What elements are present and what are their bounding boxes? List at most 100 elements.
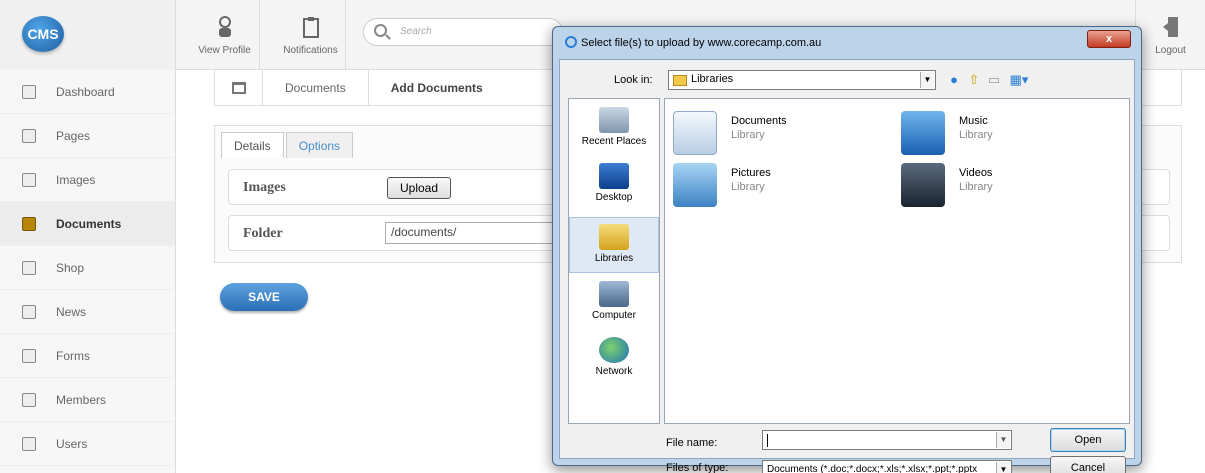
file-name: Music bbox=[959, 115, 988, 127]
files-of-type-label: Files of type: bbox=[666, 462, 729, 473]
dialog-body: Look in: Libraries ▼ ● ⇧ ▭ ▦▾ Recent Pla… bbox=[559, 59, 1135, 473]
look-in-value: Libraries bbox=[691, 73, 734, 85]
video-film-icon bbox=[901, 163, 945, 207]
sidebar-item-members[interactable]: Members bbox=[0, 378, 175, 422]
up-folder-icon[interactable]: ⇧ bbox=[966, 72, 982, 88]
music-note-icon bbox=[901, 111, 945, 155]
pages-icon bbox=[22, 128, 36, 143]
list-item-music[interactable]: Music Library bbox=[901, 111, 1111, 161]
libraries-folder-icon bbox=[673, 75, 687, 86]
file-name: Pictures bbox=[731, 167, 771, 179]
place-label: Recent Places bbox=[581, 136, 647, 147]
pictures-icon bbox=[673, 163, 717, 207]
view-menu-icon[interactable]: ▦▾ bbox=[1006, 72, 1032, 88]
users-icon bbox=[22, 436, 36, 451]
ie-icon bbox=[565, 36, 577, 48]
clipboard-icon bbox=[302, 17, 319, 38]
desktop-icon bbox=[599, 163, 629, 189]
file-name-label: File name: bbox=[666, 437, 718, 449]
chevron-down-icon: ▼ bbox=[920, 72, 934, 88]
cms-logo[interactable]: CMS bbox=[22, 16, 64, 52]
place-desktop[interactable]: Desktop bbox=[569, 163, 659, 203]
place-recent-places[interactable]: Recent Places bbox=[569, 107, 659, 147]
back-arrow-icon[interactable]: ● bbox=[946, 72, 962, 88]
files-of-type-select[interactable]: Documents (*.doc;*.docx;*.xls;*.xlsx;*.p… bbox=[762, 460, 1012, 473]
place-label: Computer bbox=[592, 310, 636, 321]
sidebar-item-documents[interactable]: Documents bbox=[0, 202, 175, 246]
dialog-title: Select file(s) to upload by www.corecamp… bbox=[581, 37, 822, 49]
list-item-pictures[interactable]: Pictures Library bbox=[673, 163, 883, 213]
computer-icon bbox=[599, 281, 629, 307]
look-in-label: Look in: bbox=[614, 74, 653, 86]
images-label: Images bbox=[243, 180, 286, 195]
save-button[interactable]: SAVE bbox=[220, 283, 308, 311]
notifications-label: Notifications bbox=[283, 45, 338, 56]
tab-details[interactable]: Details bbox=[221, 132, 284, 158]
place-label: Network bbox=[595, 366, 633, 377]
view-profile-label: View Profile bbox=[198, 45, 251, 56]
libraries-icon bbox=[599, 224, 629, 250]
search-icon bbox=[374, 24, 387, 37]
chevron-down-icon[interactable]: ▼ bbox=[996, 432, 1010, 448]
sidebar-item-shop[interactable]: Shop bbox=[0, 246, 175, 290]
documents-icon bbox=[22, 216, 36, 231]
sidebar-item-label: Members bbox=[56, 392, 107, 407]
sidebar-item-news[interactable]: News bbox=[0, 290, 175, 334]
place-label: Desktop bbox=[595, 192, 633, 203]
logout-label: Logout bbox=[1155, 45, 1186, 56]
home-icon bbox=[22, 84, 36, 99]
tab-options[interactable]: Options bbox=[285, 132, 354, 158]
place-libraries[interactable]: Libraries bbox=[569, 217, 659, 273]
new-folder-icon[interactable]: ▭ bbox=[986, 72, 1002, 88]
cancel-button[interactable]: Cancel bbox=[1050, 456, 1126, 473]
forms-icon bbox=[22, 348, 36, 363]
sidebar-item-forms[interactable]: Forms bbox=[0, 334, 175, 378]
view-profile-button[interactable]: View Profile bbox=[190, 0, 260, 70]
open-button[interactable]: Open bbox=[1050, 428, 1126, 452]
text-caret bbox=[767, 434, 768, 447]
breadcrumb-add-documents: Add Documents bbox=[390, 80, 483, 95]
sidebar-item-label: Users bbox=[56, 436, 88, 451]
sidebar-item-label: News bbox=[56, 304, 87, 319]
list-item-videos[interactable]: Videos Library bbox=[901, 163, 1111, 213]
images-icon bbox=[22, 172, 36, 187]
file-type: Library bbox=[959, 181, 993, 193]
file-name: Documents bbox=[731, 115, 787, 127]
documents-library-icon bbox=[673, 111, 717, 155]
sidebar-item-label: Documents bbox=[56, 216, 122, 231]
sidebar-item-label: Pages bbox=[56, 128, 91, 143]
upload-button[interactable]: Upload bbox=[387, 177, 452, 199]
look-in-select[interactable]: Libraries ▼ bbox=[668, 70, 936, 90]
sidebar-item-images[interactable]: Images bbox=[0, 158, 175, 202]
search-box[interactable]: Search bbox=[363, 18, 563, 46]
sidebar-item-dashboard[interactable]: Dashboard bbox=[0, 70, 175, 114]
file-type: Library bbox=[959, 129, 993, 141]
file-name: Videos bbox=[959, 167, 993, 179]
members-icon bbox=[22, 392, 36, 407]
home-icon bbox=[231, 81, 246, 94]
logout-door-icon bbox=[1162, 17, 1178, 37]
place-computer[interactable]: Computer bbox=[569, 281, 659, 321]
file-type: Library bbox=[731, 129, 765, 141]
file-list: Documents Library Music Library Pictures… bbox=[664, 98, 1130, 424]
logout-button[interactable]: Logout bbox=[1135, 0, 1205, 70]
network-globe-icon bbox=[599, 337, 629, 363]
person-icon bbox=[218, 16, 231, 37]
file-type: Library bbox=[731, 181, 765, 193]
sidebar: Dashboard Pages Images Documents Shop Ne… bbox=[0, 70, 176, 473]
sidebar-item-users[interactable]: Users bbox=[0, 422, 175, 466]
breadcrumb-home[interactable] bbox=[215, 69, 263, 106]
dialog-title-bar[interactable]: Select file(s) to upload by www.corecamp… bbox=[565, 36, 821, 49]
place-network[interactable]: Network bbox=[569, 337, 659, 377]
notifications-button[interactable]: Notifications bbox=[276, 0, 346, 70]
cart-icon bbox=[22, 260, 36, 275]
sidebar-item-label: Forms bbox=[56, 348, 90, 363]
dialog-close-button[interactable]: x bbox=[1087, 30, 1131, 48]
list-item-documents[interactable]: Documents Library bbox=[673, 111, 883, 161]
logo-area: CMS bbox=[0, 0, 176, 70]
sidebar-item-pages[interactable]: Pages bbox=[0, 114, 175, 158]
breadcrumb-documents[interactable]: Documents bbox=[263, 69, 369, 106]
file-name-input[interactable]: ▼ bbox=[762, 430, 1012, 450]
news-icon bbox=[22, 304, 36, 319]
sidebar-item-label: Shop bbox=[56, 260, 85, 275]
